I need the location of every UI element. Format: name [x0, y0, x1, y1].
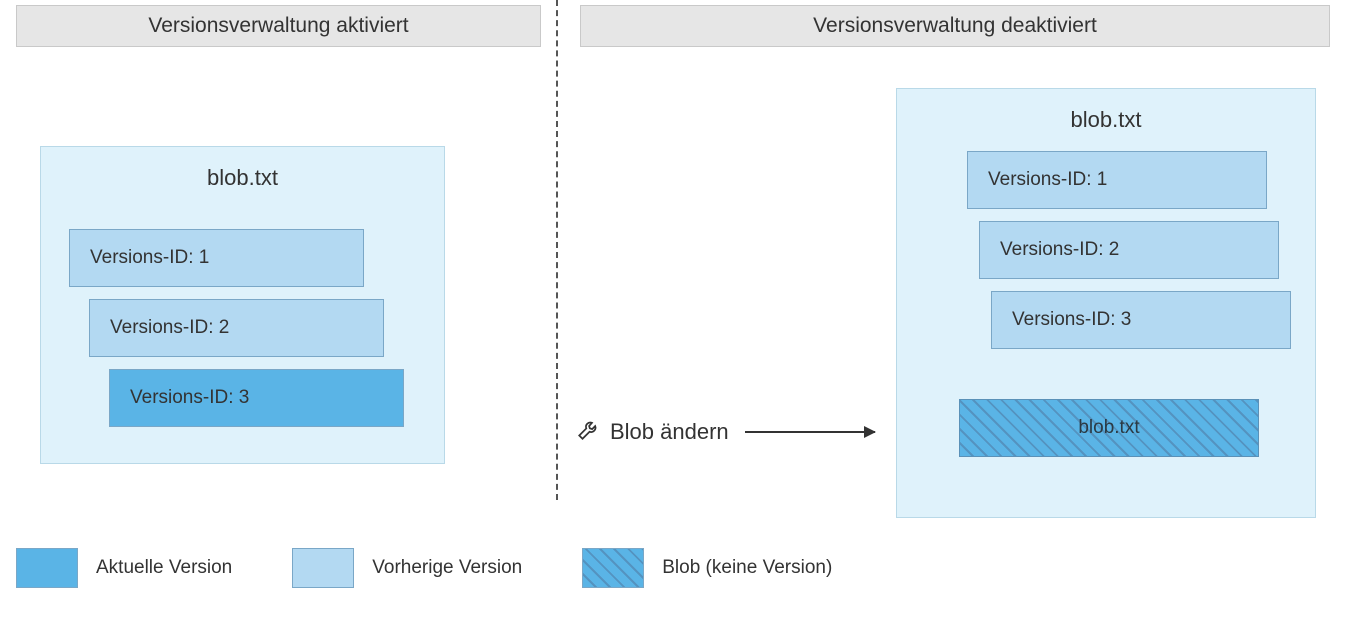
legend-swatch-previous [292, 548, 354, 588]
header-versioning-enabled: Versionsverwaltung aktiviert [16, 5, 541, 47]
version-label: Versions-ID: 2 [110, 317, 229, 339]
version-label: Versions-ID: 1 [90, 247, 209, 269]
legend-label-unversioned: Blob (keine Version) [662, 557, 832, 579]
version-box: Versions-ID: 2 [979, 221, 1279, 279]
legend-swatch-unversioned [582, 548, 644, 588]
version-box-current: Versions-ID: 3 [109, 369, 404, 427]
legend-label-previous: Vorherige Version [372, 557, 522, 579]
blob-title-left: blob.txt [41, 147, 444, 191]
blob-title-right: blob.txt [897, 89, 1315, 133]
legend-item-previous: Vorherige Version [292, 548, 522, 588]
header-right-label: Versionsverwaltung deaktiviert [813, 14, 1097, 38]
version-label: Versions-ID: 3 [130, 387, 249, 409]
version-box: Versions-ID: 3 [991, 291, 1291, 349]
header-versioning-disabled: Versionsverwaltung deaktiviert [580, 5, 1330, 47]
unversioned-blob: blob.txt [959, 399, 1259, 457]
wrench-icon [576, 416, 602, 448]
version-label: Versions-ID: 1 [988, 169, 1107, 191]
legend-label-current: Aktuelle Version [96, 557, 232, 579]
action-modify-blob: Blob ändern [540, 416, 875, 448]
version-box: Versions-ID: 2 [89, 299, 384, 357]
legend: Aktuelle Version Vorherige Version Blob … [16, 548, 872, 588]
legend-item-unversioned: Blob (keine Version) [582, 548, 832, 588]
version-label: Versions-ID: 2 [1000, 239, 1119, 261]
unversioned-blob-label: blob.txt [1078, 417, 1139, 439]
version-box: Versions-ID: 1 [69, 229, 364, 287]
header-left-label: Versionsverwaltung aktiviert [148, 14, 408, 38]
blob-container-enabled: blob.txt Versions-ID: 1 Versions-ID: 2 V… [40, 146, 445, 464]
blob-container-disabled: blob.txt Versions-ID: 1 Versions-ID: 2 V… [896, 88, 1316, 518]
action-label: Blob ändern [610, 419, 729, 445]
version-box: Versions-ID: 1 [967, 151, 1267, 209]
version-label: Versions-ID: 3 [1012, 309, 1131, 331]
legend-item-current: Aktuelle Version [16, 548, 232, 588]
legend-swatch-current [16, 548, 78, 588]
arrow-icon [745, 431, 875, 433]
